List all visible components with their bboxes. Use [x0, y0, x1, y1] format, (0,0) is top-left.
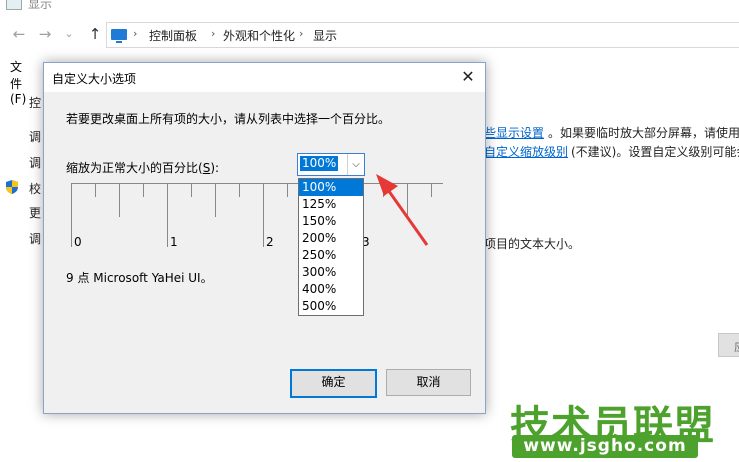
arrow-head — [376, 174, 398, 196]
watermark-url: www.jsgho.com — [512, 435, 698, 458]
arrow-shaft — [384, 186, 429, 246]
